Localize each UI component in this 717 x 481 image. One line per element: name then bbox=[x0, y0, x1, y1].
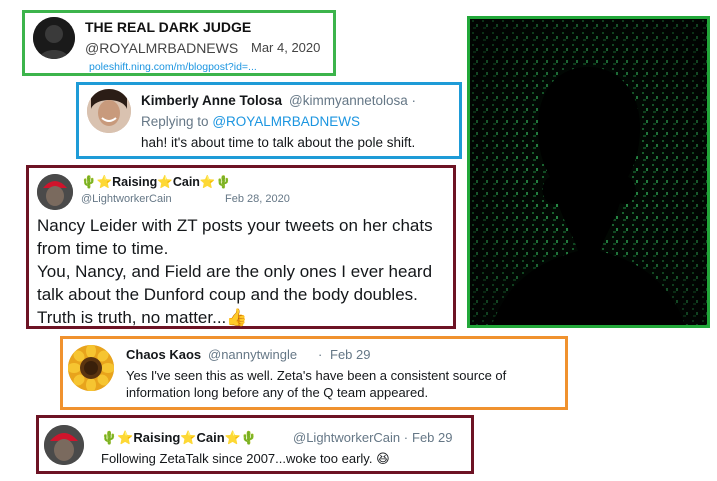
tweet-text: Following ZetaTalk since 2007...woke too… bbox=[101, 451, 390, 466]
tweet-card-main[interactable]: THE REAL DARK JUDGE @ROYALMRBADNEWS Mar … bbox=[22, 10, 336, 76]
display-name[interactable]: 🌵⭐Raising⭐Cain⭐🌵 bbox=[101, 430, 257, 446]
avatar-photo[interactable] bbox=[37, 174, 73, 210]
avatar-sunflower[interactable] bbox=[68, 345, 114, 391]
reply-card-cain-short[interactable]: 🌵⭐Raising⭐Cain⭐🌵 @LightworkerCain · Feb … bbox=[36, 415, 474, 474]
avatar-photo[interactable] bbox=[87, 89, 131, 133]
reply-card-chaos-kaos[interactable]: Chaos Kaos @nannytwingle · Feb 29 Yes I'… bbox=[60, 336, 568, 410]
tweet-date[interactable]: Mar 4, 2020 bbox=[251, 40, 320, 55]
blog-link[interactable]: poleshift.ning.com/m/blogpost?id=... bbox=[89, 61, 257, 73]
tweet-text-line: information long before any of the Q tea… bbox=[126, 385, 429, 400]
tweet-date[interactable]: Feb 29 bbox=[412, 430, 452, 445]
user-handle[interactable]: @ROYALMRBADNEWS bbox=[85, 40, 238, 56]
matrix-silhouette-image bbox=[467, 16, 710, 328]
user-handle[interactable]: @LightworkerCain · bbox=[293, 430, 408, 445]
user-handle[interactable]: @LightworkerCain bbox=[81, 193, 172, 205]
replying-to: Replying to @ROYALMRBADNEWS bbox=[141, 114, 361, 129]
tweet-text: hah! it's about time to talk about the p… bbox=[141, 135, 416, 150]
tweet-text: Nancy Leider with ZT posts your tweets o… bbox=[37, 214, 449, 329]
tweet-text-line: You, Nancy, and Field are the only ones … bbox=[37, 262, 433, 281]
tweet-text-line: Nancy Leider with ZT posts your tweets o… bbox=[37, 216, 433, 235]
separator-dot: · bbox=[318, 347, 323, 362]
tweet-text-line: Truth is truth, no matter...👍 bbox=[37, 308, 248, 327]
tweet-text-line: Yes I've seen this as well. Zeta's have … bbox=[126, 368, 507, 383]
tweet-date[interactable]: Feb 28, 2020 bbox=[225, 193, 290, 205]
tweet-text-line: talk about the Dunford coup and the body… bbox=[37, 285, 418, 304]
tweet-text-line: from time to time. bbox=[37, 239, 169, 258]
display-name[interactable]: Kimberly Anne Tolosa bbox=[141, 93, 282, 108]
avatar-silhouette[interactable] bbox=[33, 17, 75, 59]
display-name[interactable]: Chaos Kaos bbox=[126, 347, 201, 362]
avatar-photo[interactable] bbox=[44, 425, 84, 465]
reply-card-cain-long[interactable]: 🌵⭐Raising⭐Cain⭐🌵 @LightworkerCain Feb 28… bbox=[26, 165, 456, 329]
user-handle[interactable]: @kimmyannetolosa · bbox=[289, 93, 416, 108]
display-name[interactable]: 🌵⭐Raising⭐Cain⭐🌵 bbox=[81, 175, 231, 190]
mention-link[interactable]: @ROYALMRBADNEWS bbox=[212, 114, 360, 129]
reply-card-kimberly[interactable]: Kimberly Anne Tolosa @kimmyannetolosa · … bbox=[76, 82, 462, 159]
tweet-date[interactable]: Feb 29 bbox=[330, 347, 370, 362]
tweet-text: Yes I've seen this as well. Zeta's have … bbox=[126, 367, 506, 401]
user-handle[interactable]: @nannytwingle bbox=[208, 347, 297, 362]
display-name[interactable]: THE REAL DARK JUDGE bbox=[85, 19, 251, 35]
